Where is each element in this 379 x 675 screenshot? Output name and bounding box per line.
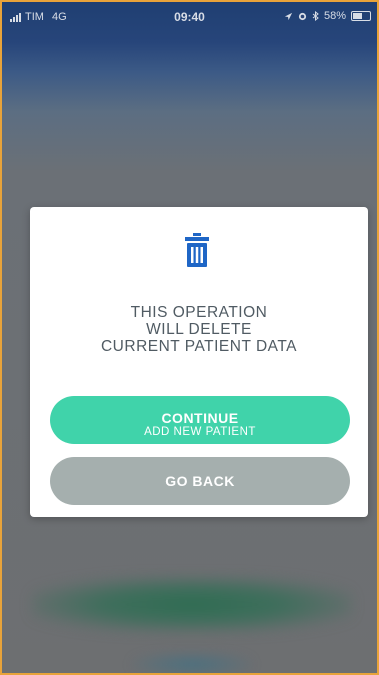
trash-icon xyxy=(185,233,209,267)
warning-message-line: CURRENT PATIENT DATA xyxy=(100,338,297,355)
alarm-icon xyxy=(298,12,307,20)
blurred-background-element xyxy=(132,652,252,673)
continue-button[interactable]: CONTINUE ADD NEW PATIENT xyxy=(50,396,350,444)
battery-percentage: 58% xyxy=(323,10,346,22)
battery-icon xyxy=(351,11,371,21)
continue-button-label: CONTINUE xyxy=(161,410,239,426)
go-back-button-label: GO BACK xyxy=(165,473,235,489)
status-bar: TIM 4G 09:40 58% xyxy=(2,2,377,32)
bluetooth-icon xyxy=(312,11,319,21)
location-arrow-icon xyxy=(284,12,293,20)
continue-button-sublabel: ADD NEW PATIENT xyxy=(144,426,256,438)
phone-frame: TIM 4G 09:40 58% THIS OPERATION WILL DEL… xyxy=(0,0,379,675)
blurred-background-element xyxy=(32,577,352,632)
delete-confirmation-dialog: THIS OPERATION WILL DELETE CURRENT PATIE… xyxy=(30,207,368,517)
go-back-button[interactable]: GO BACK xyxy=(50,457,350,505)
status-right: 58% xyxy=(284,10,371,22)
warning-message: THIS OPERATION WILL DELETE CURRENT PATIE… xyxy=(30,304,368,355)
warning-message-line: THIS OPERATION xyxy=(130,304,268,321)
warning-message-line: WILL DELETE xyxy=(146,321,252,338)
battery-level-fill xyxy=(353,13,362,19)
